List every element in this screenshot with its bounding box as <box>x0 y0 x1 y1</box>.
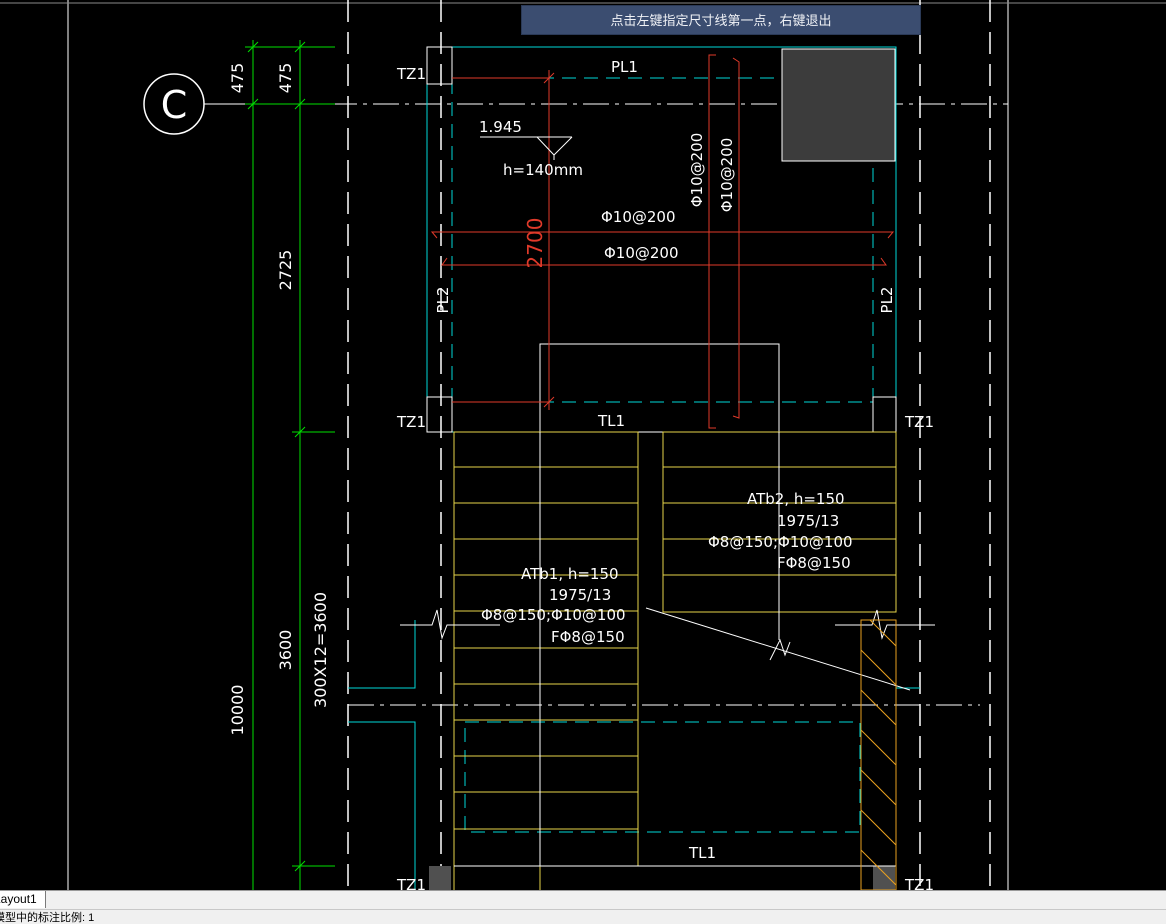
column-fill-left <box>429 866 451 890</box>
cad-app-window: C 475 475 2725 3600 300X12=3600 10000 TZ… <box>0 0 1166 924</box>
tab-layout1[interactable]: Layout1 <box>0 891 46 908</box>
dim-475-inner: 475 <box>276 63 295 94</box>
label-tl1-top: TL1 <box>597 412 625 430</box>
dim-3600: 3600 <box>276 630 295 671</box>
label-tz1-right: TZ1 <box>904 413 934 431</box>
command-status-bar: 模型中的标注比例: 1 <box>0 909 1166 924</box>
label-atb2-name: ATb2, h=150 <box>747 490 845 508</box>
dim-total: 10000 <box>228 685 247 736</box>
label-elevation: 1.945 <box>479 118 522 136</box>
label-dim-2700: 2700 <box>523 218 547 269</box>
label-slab-thickness: h=140mm <box>503 161 583 179</box>
label-tz1-mid: TZ1 <box>396 413 426 431</box>
label-pl2-right: PL2 <box>878 287 896 314</box>
label-tz1-bottom-right: TZ1 <box>904 876 934 890</box>
label-tl1-bottom: TL1 <box>688 844 716 862</box>
column-fill-right <box>873 866 895 890</box>
label-atb2-steps: 1975/13 <box>777 512 839 530</box>
dim-2725: 2725 <box>276 250 295 291</box>
opening-block <box>781 48 896 162</box>
label-atb1-steps: 1975/13 <box>549 586 611 604</box>
dim-475-outer: 475 <box>228 63 247 94</box>
label-tz1-top: TZ1 <box>396 65 426 83</box>
dim-steps: 300X12=3600 <box>311 592 330 708</box>
label-pl2-left: PL2 <box>434 287 452 314</box>
layout-tab-bar: Layout1 <box>0 890 1166 909</box>
label-rebar-v2: Φ10@200 <box>718 138 736 213</box>
label-rebar-2: Φ10@200 <box>604 244 679 262</box>
label-atb1-rebar: Φ8@150;Φ10@100 <box>481 606 626 624</box>
label-atb2-rebar: Φ8@150;Φ10@100 <box>708 533 853 551</box>
label-atb1-f: FΦ8@150 <box>551 628 625 646</box>
command-tooltip: 点击左键指定尺寸线第一点，右键退出 <box>521 5 921 35</box>
label-pl1: PL1 <box>611 58 638 76</box>
label-tz1-bottom-left: TZ1 <box>396 876 426 890</box>
status-text: 模型中的标注比例: 1 <box>0 912 95 924</box>
axis-label: C <box>161 83 188 127</box>
drawing-canvas[interactable]: C 475 475 2725 3600 300X12=3600 10000 TZ… <box>0 0 1166 890</box>
label-rebar-v1: Φ10@200 <box>688 133 706 208</box>
label-rebar-1: Φ10@200 <box>601 208 676 226</box>
label-atb1-name: ATb1, h=150 <box>521 565 619 583</box>
label-atb2-f: FΦ8@150 <box>777 554 851 572</box>
